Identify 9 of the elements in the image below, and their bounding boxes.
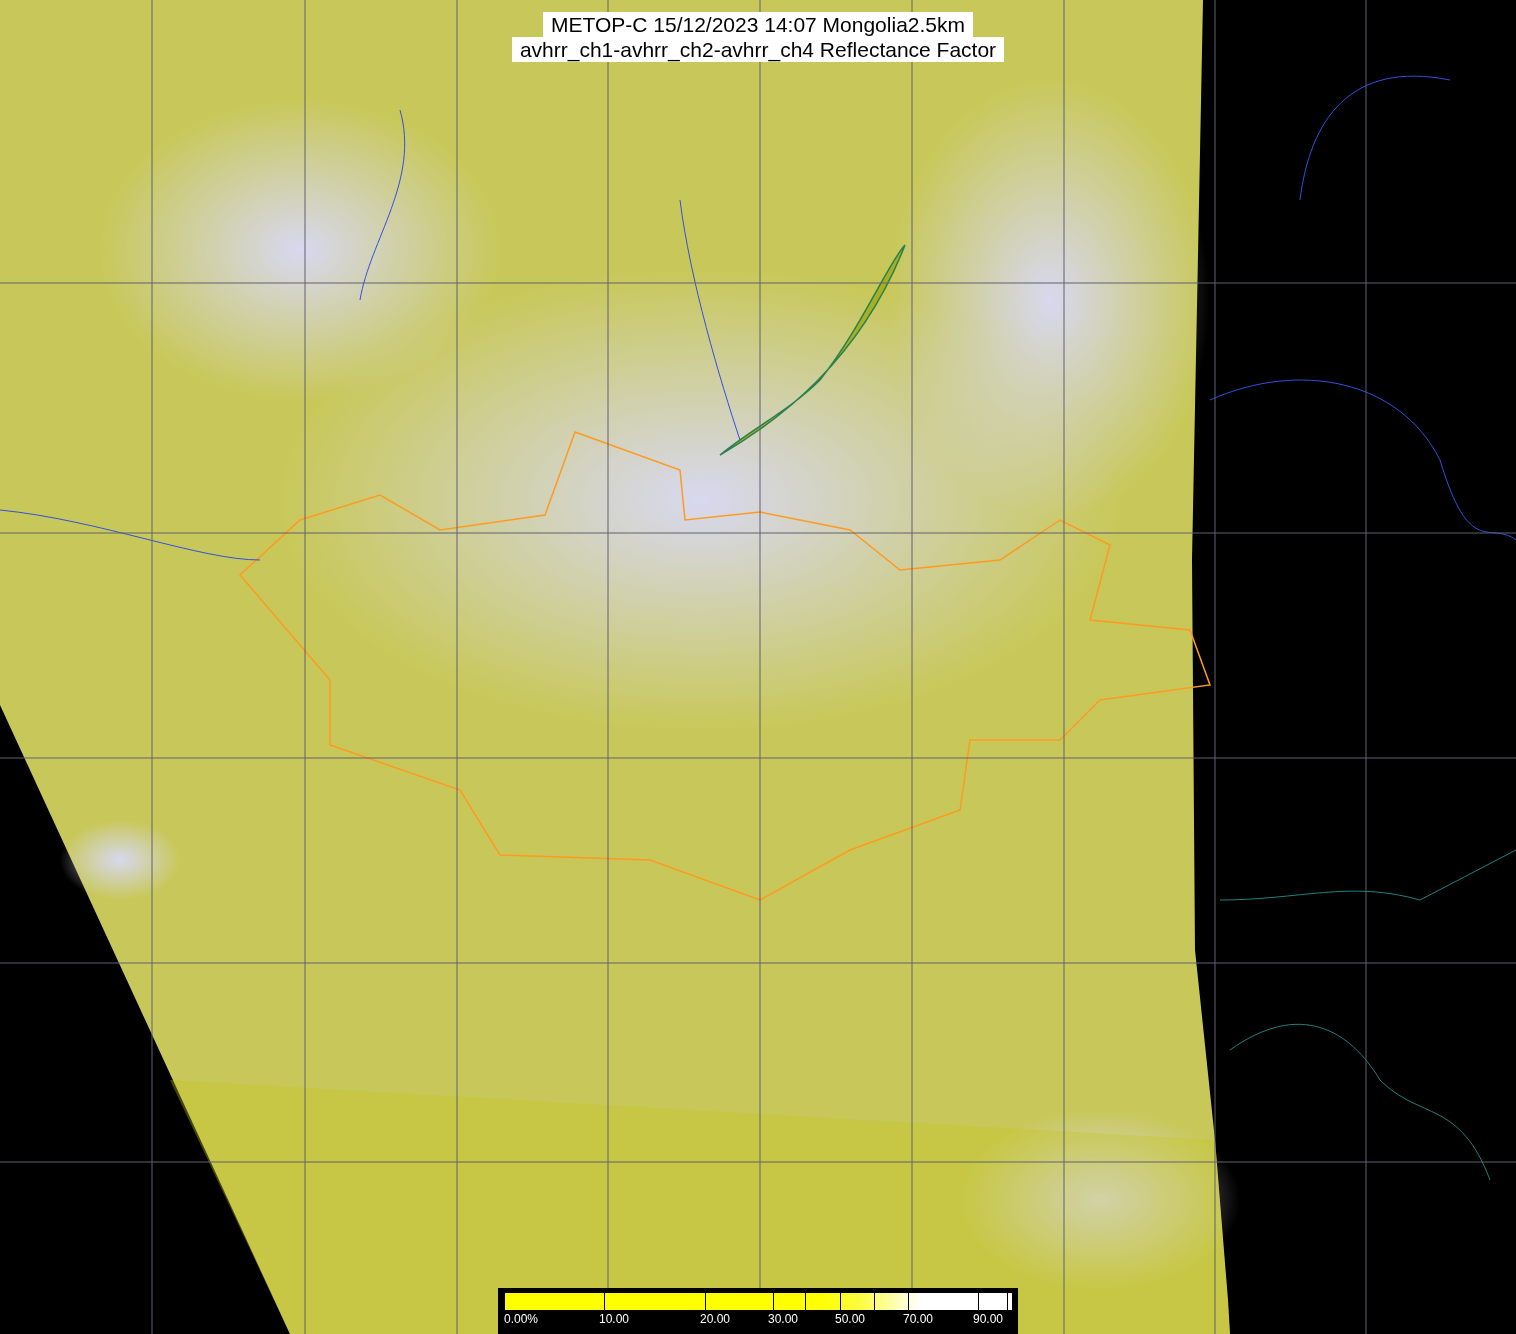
scale-label: 70.00 [903,1312,934,1326]
scale-label: 0.00% [504,1312,539,1326]
scale-label: 10.00 [599,1312,630,1326]
scale-label: 30.00 [768,1312,799,1326]
scale-label: 50.00 [835,1312,866,1326]
map-title: avhrr_ch1-avhrr_ch2-avhrr_ch4 Reflectance Factor [511,37,1005,62]
scale-label: 20.00 [700,1312,731,1326]
scale-label: 90.00 [973,1312,1004,1326]
map-title: METOP-C 15/12/2023 14:07 Mongolia2.5km [543,12,973,37]
